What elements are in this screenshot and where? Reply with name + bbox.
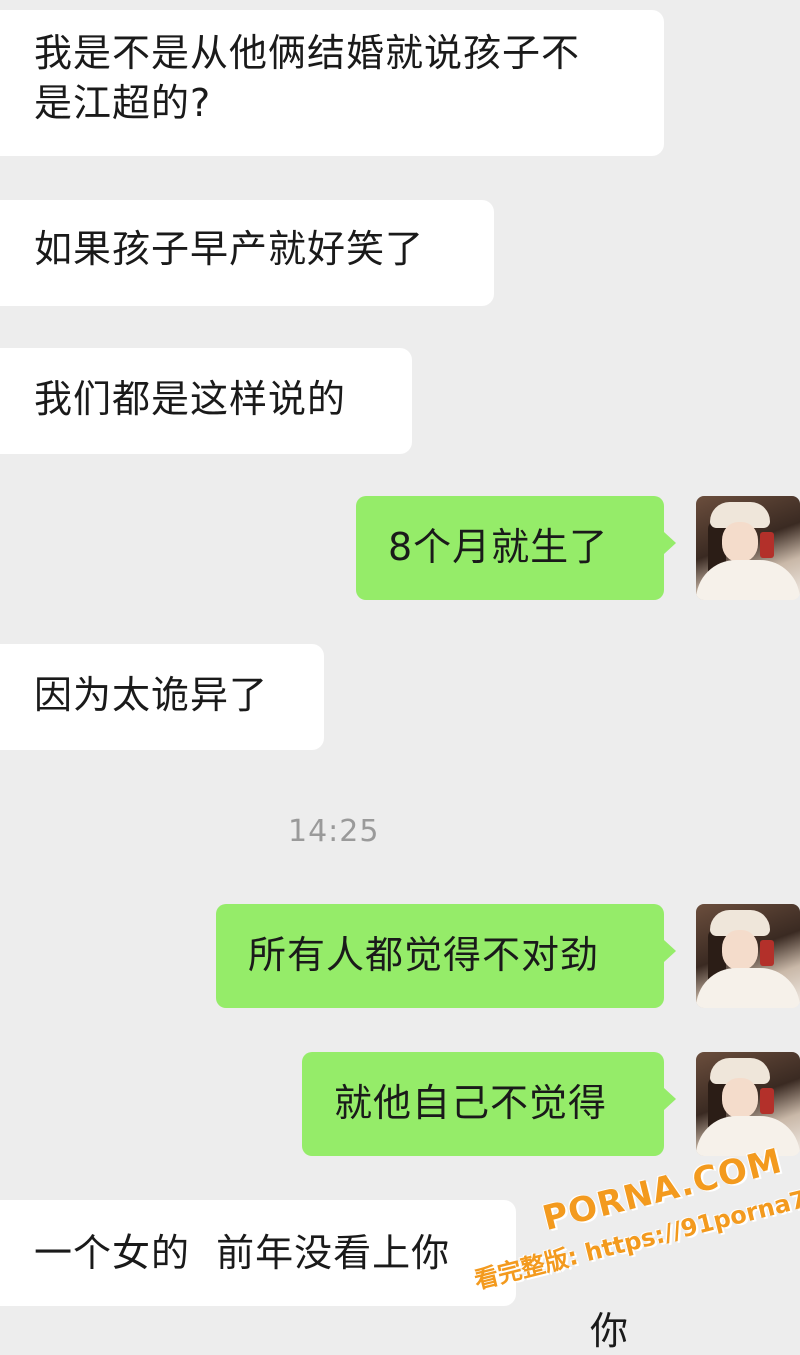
- message-timestamp: 14:25: [288, 814, 380, 849]
- chat-area: 我是不是从他俩结婚就说孩子不 是江超的? 如果孩子早产就好笑了 我们都是这样说的…: [0, 0, 800, 1353]
- avatar-face: [722, 930, 758, 970]
- message-bubble-incoming[interactable]: 因为太诡异了: [0, 644, 324, 750]
- avatar-cup: [760, 1088, 774, 1114]
- message-bubble-outgoing[interactable]: 所有人都觉得不对劲: [216, 904, 676, 1008]
- user-avatar[interactable]: [696, 496, 800, 600]
- message-bubble-incoming[interactable]: 一个女的 前年没看上你: [0, 1200, 516, 1306]
- partial-message-text: 你: [590, 1309, 629, 1353]
- avatar-cup: [760, 940, 774, 966]
- avatar-face: [722, 522, 758, 562]
- message-bubble-incoming[interactable]: 如果孩子早产就好笑了: [0, 200, 494, 306]
- message-bubble-incoming[interactable]: 我是不是从他俩结婚就说孩子不 是江超的?: [0, 10, 664, 156]
- message-bubble-outgoing[interactable]: 8个月就生了: [356, 496, 676, 600]
- user-avatar[interactable]: [696, 1052, 800, 1156]
- user-avatar[interactable]: [696, 904, 800, 1008]
- message-bubble-outgoing[interactable]: 就他自己不觉得: [302, 1052, 676, 1156]
- avatar-face: [722, 1078, 758, 1118]
- avatar-cup: [760, 532, 774, 558]
- message-bubble-incoming[interactable]: 我们都是这样说的: [0, 348, 412, 454]
